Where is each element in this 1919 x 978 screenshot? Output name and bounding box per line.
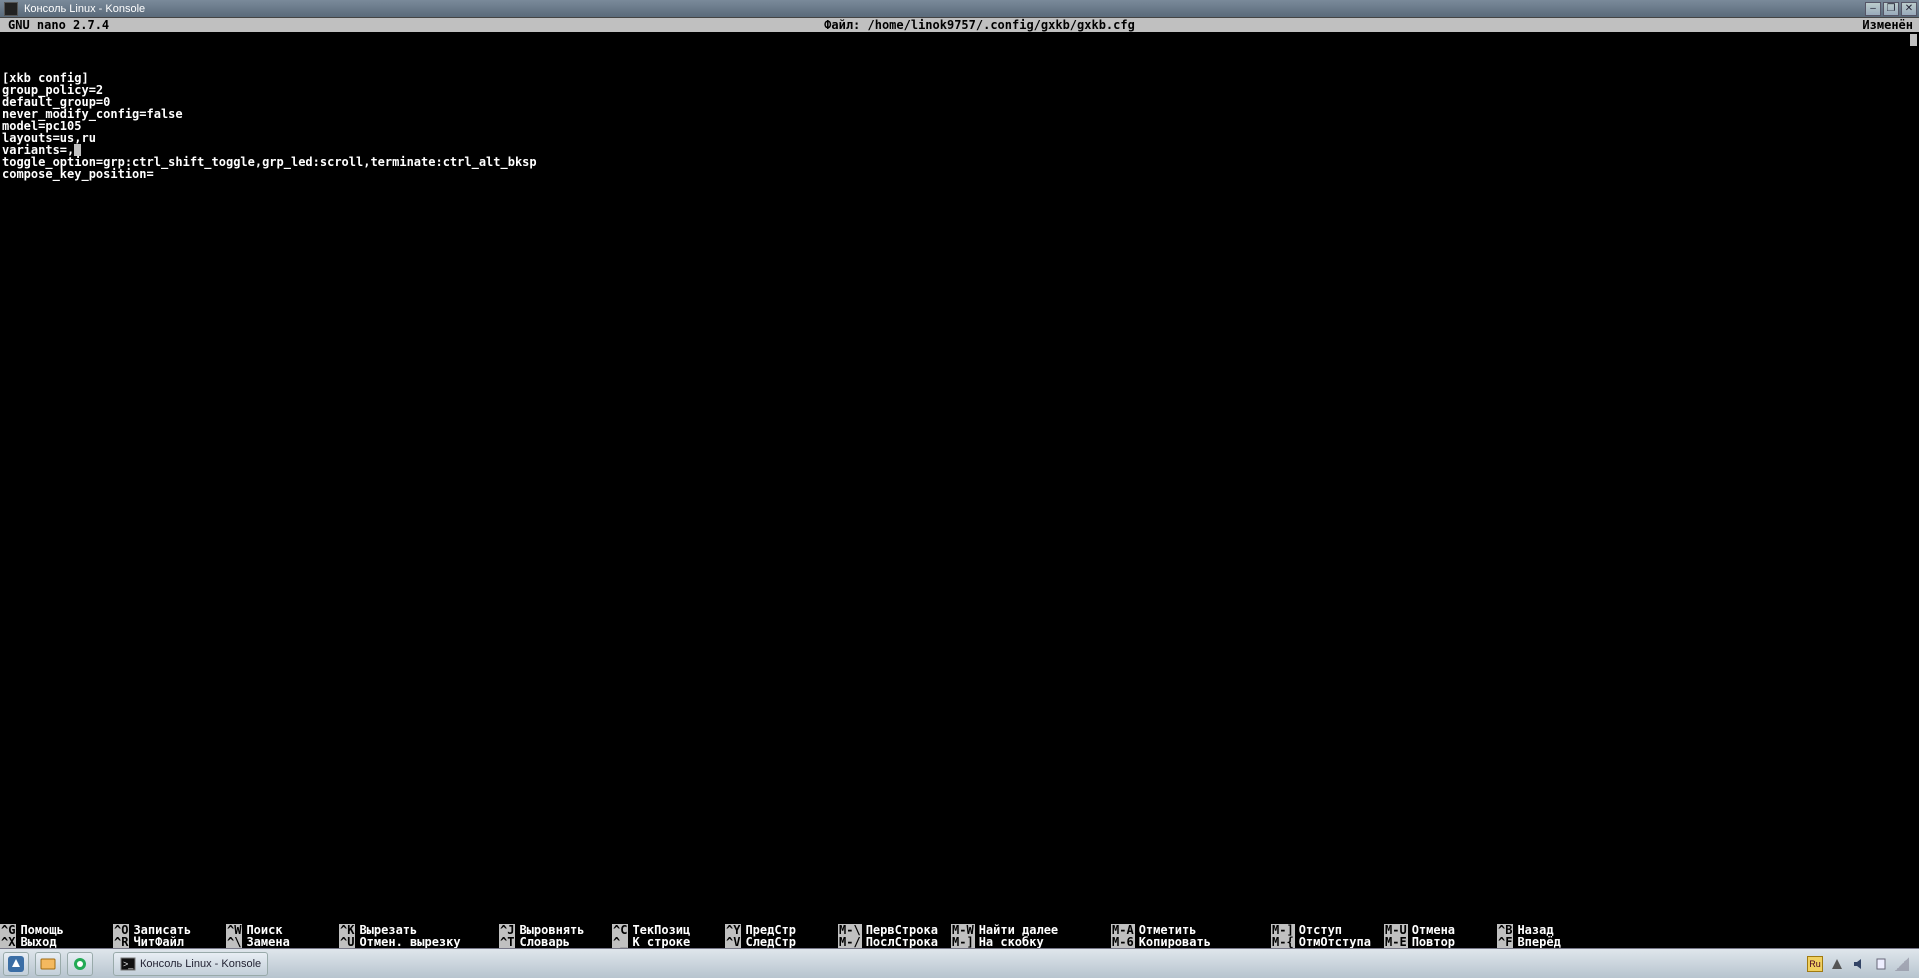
- shortcut-item: ^U Отмен. вырезку: [339, 936, 499, 948]
- shortcut-key: ^_: [612, 936, 628, 948]
- shortcut-key: ^F: [1497, 936, 1513, 948]
- start-menu-button[interactable]: [3, 952, 29, 976]
- file-line: [xkb config]: [2, 72, 1917, 84]
- window-title: Консоль Linux - Konsole: [22, 3, 1865, 15]
- task-label: Консоль Linux - Konsole: [140, 958, 261, 970]
- shortcut-item: M-E Повтор: [1384, 936, 1497, 948]
- shortcut-label: Словарь: [519, 936, 570, 948]
- editor-area[interactable]: [xkb config]group_policy=2default_group=…: [0, 32, 1919, 924]
- shortcut-key: ^X: [0, 936, 16, 948]
- task-konsole[interactable]: >_ Консоль Linux - Konsole: [113, 952, 268, 976]
- file-line: compose_key_position=: [2, 168, 1917, 180]
- svg-text:>_: >_: [123, 959, 134, 969]
- file-line: model=pc105: [2, 120, 1917, 132]
- shortcut-item: M-] На скобку: [951, 936, 1111, 948]
- shortcut-key: M-/: [838, 936, 862, 948]
- shortcut-label: Повтор: [1412, 936, 1455, 948]
- shortcut-item: ^V СледСтр: [725, 936, 838, 948]
- file-line: group_policy=2: [2, 84, 1917, 96]
- window-controls: – ❐ ✕: [1865, 2, 1917, 16]
- shortcut-label: Замена: [246, 936, 289, 948]
- shortcut-key: ^U: [339, 936, 355, 948]
- shortcut-item: ^F Вперёд: [1497, 936, 1610, 948]
- keyboard-layout-icon[interactable]: Ru: [1807, 956, 1823, 972]
- shortcut-key: ^T: [499, 936, 515, 948]
- shortcut-key: M-{: [1271, 936, 1295, 948]
- shortcut-item: M-6 Копировать: [1111, 936, 1271, 948]
- volume-icon[interactable]: [1851, 956, 1867, 972]
- shortcut-label: ОтмОтступа: [1299, 936, 1371, 948]
- resize-grip-icon: [1895, 957, 1909, 971]
- system-tray: Ru: [1807, 956, 1909, 972]
- shortcut-item: ^R ЧитФайл: [113, 936, 226, 948]
- shortcut-label: СледСтр: [745, 936, 796, 948]
- shortcut-item: M-{ ОтмОтступа: [1271, 936, 1384, 948]
- nano-app-version: GNU nano 2.7.4: [0, 18, 120, 32]
- nano-file-label: Файл: /home/linok9757/.config/gxkb/gxkb.…: [120, 18, 1839, 32]
- show-desktop-button[interactable]: [35, 952, 61, 976]
- shortcut-key: M-6: [1111, 936, 1135, 948]
- shortcut-item: M-/ ПослСтрока: [838, 936, 951, 948]
- shortcut-item: ^T Словарь: [499, 936, 612, 948]
- shortcut-label: Отмен. вырезку: [359, 936, 460, 948]
- maximize-button[interactable]: ❐: [1883, 2, 1899, 16]
- taskbar: >_ Консоль Linux - Konsole Ru: [0, 948, 1919, 978]
- konsole-app-icon: [4, 2, 18, 16]
- file-line: never_modify_config=false: [2, 108, 1917, 120]
- shortcut-label: Копировать: [1139, 936, 1211, 948]
- close-button[interactable]: ✕: [1901, 2, 1917, 16]
- scroll-indicator-icon: [1910, 34, 1917, 46]
- notification-icon[interactable]: [1829, 956, 1845, 972]
- quick-launch-button[interactable]: [67, 952, 93, 976]
- nano-shortcut-bar: ^GПомощь^OЗаписать^WПоиск^KВырезать^JВыр…: [0, 924, 1919, 948]
- shortcut-key: M-E: [1384, 936, 1408, 948]
- file-line: toggle_option=grp:ctrl_shift_toggle,grp_…: [2, 156, 1917, 168]
- shortcut-label: ПослСтрока: [866, 936, 938, 948]
- minimize-button[interactable]: –: [1865, 2, 1881, 16]
- shortcut-item: ^_ К строке: [612, 936, 725, 948]
- shortcut-key: ^R: [113, 936, 129, 948]
- shortcut-item: ^X Выход: [0, 936, 113, 948]
- shortcut-label: Вперёд: [1517, 936, 1560, 948]
- shortcut-label: ЧитФайл: [133, 936, 184, 948]
- window-titlebar: Консоль Linux - Konsole – ❐ ✕: [0, 0, 1919, 18]
- clipboard-icon[interactable]: [1873, 956, 1889, 972]
- nano-header: GNU nano 2.7.4 Файл: /home/linok9757/.co…: [0, 18, 1919, 32]
- shortcut-label: Выход: [20, 936, 56, 948]
- nano-status: Изменён: [1839, 18, 1919, 32]
- shortcut-item: ^\ Замена: [226, 936, 339, 948]
- shortcut-key: ^V: [725, 936, 741, 948]
- shortcut-key: ^\: [226, 936, 242, 948]
- shortcut-label: К строке: [632, 936, 690, 948]
- shortcut-key: M-]: [951, 936, 975, 948]
- shortcut-label: На скобку: [979, 936, 1044, 948]
- file-line: layouts=us,ru: [2, 132, 1917, 144]
- file-line: default_group=0: [2, 96, 1917, 108]
